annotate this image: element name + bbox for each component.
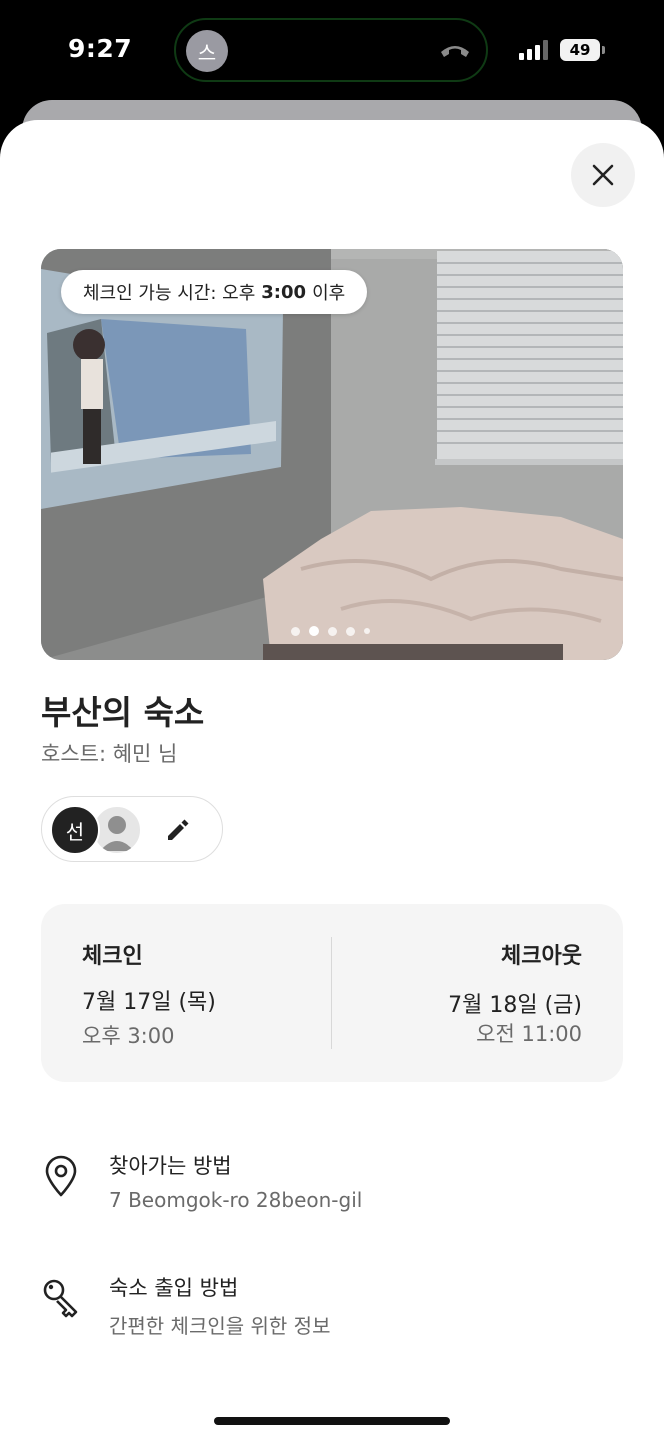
checkout-label: 체크아웃 [501,944,582,969]
checkin-date: 7월 17일 (목) [82,990,216,1015]
listing-title: 부산의 숙소 [41,693,205,732]
carousel-dot[interactable] [328,626,337,636]
checkin-badge-prefix: 체크인 가능 시간: 오후 [83,283,256,304]
carousel-dot[interactable] [291,626,300,636]
directions-address: 7 Beomgok-ro 28beon-gil [109,1188,363,1212]
dates-divider [331,937,332,1049]
checkin-time-badge: 체크인 가능 시간: 오후 3:00 이후 [61,270,368,314]
key-icon [43,1279,78,1318]
status-bar: 9:27 스 49 [0,0,664,100]
close-button[interactable] [571,143,635,207]
caller-avatar: 스 [186,30,228,72]
home-indicator[interactable] [214,1417,450,1425]
directions-row[interactable]: 찾아가는 방법 7 Beomgok-ro 28beon-gil [41,1150,623,1220]
entry-method-title: 숙소 출입 방법 [109,1276,239,1300]
close-icon [592,164,614,186]
directions-title: 찾아가는 방법 [109,1154,232,1178]
checkin-label: 체크인 [82,944,143,969]
checkin-time: 오후 3:00 [82,1024,175,1048]
checkin-badge-suffix: 이후 [312,283,346,304]
guest-avatar: 선 [50,805,100,855]
guests-pill[interactable]: 선 [41,796,223,862]
status-time: 9:27 [68,34,133,63]
phone-hangup-icon [441,46,469,57]
user-silhouette-icon [100,816,134,851]
reservation-dates: 체크인 7월 17일 (목) 오후 3:00 체크아웃 7월 18일 (금) 오… [41,904,623,1082]
checkin-badge-time: 3:00 [261,281,307,303]
entry-method-subtitle: 간편한 체크인을 위한 정보 [109,1314,331,1338]
checkout-date: 7월 18일 (금) [448,993,582,1018]
host-name: 호스트: 혜민 님 [41,742,178,766]
cellular-signal-icon [519,40,548,60]
carousel-dot[interactable] [364,628,370,634]
battery-icon: 49 [560,39,605,61]
carousel-dot[interactable] [346,626,355,636]
carousel-dots [291,626,370,636]
edit-pencil-icon[interactable] [162,815,192,845]
dynamic-island[interactable]: 스 [174,18,488,82]
location-pin-icon [45,1155,77,1197]
listing-photo-carousel[interactable]: 체크인 가능 시간: 오후 3:00 이후 [41,249,623,660]
checkout-time: 오전 11:00 [476,1022,582,1046]
entry-method-row[interactable]: 숙소 출입 방법 간편한 체크인을 위한 정보 [41,1272,623,1342]
carousel-dot-active[interactable] [309,626,319,636]
